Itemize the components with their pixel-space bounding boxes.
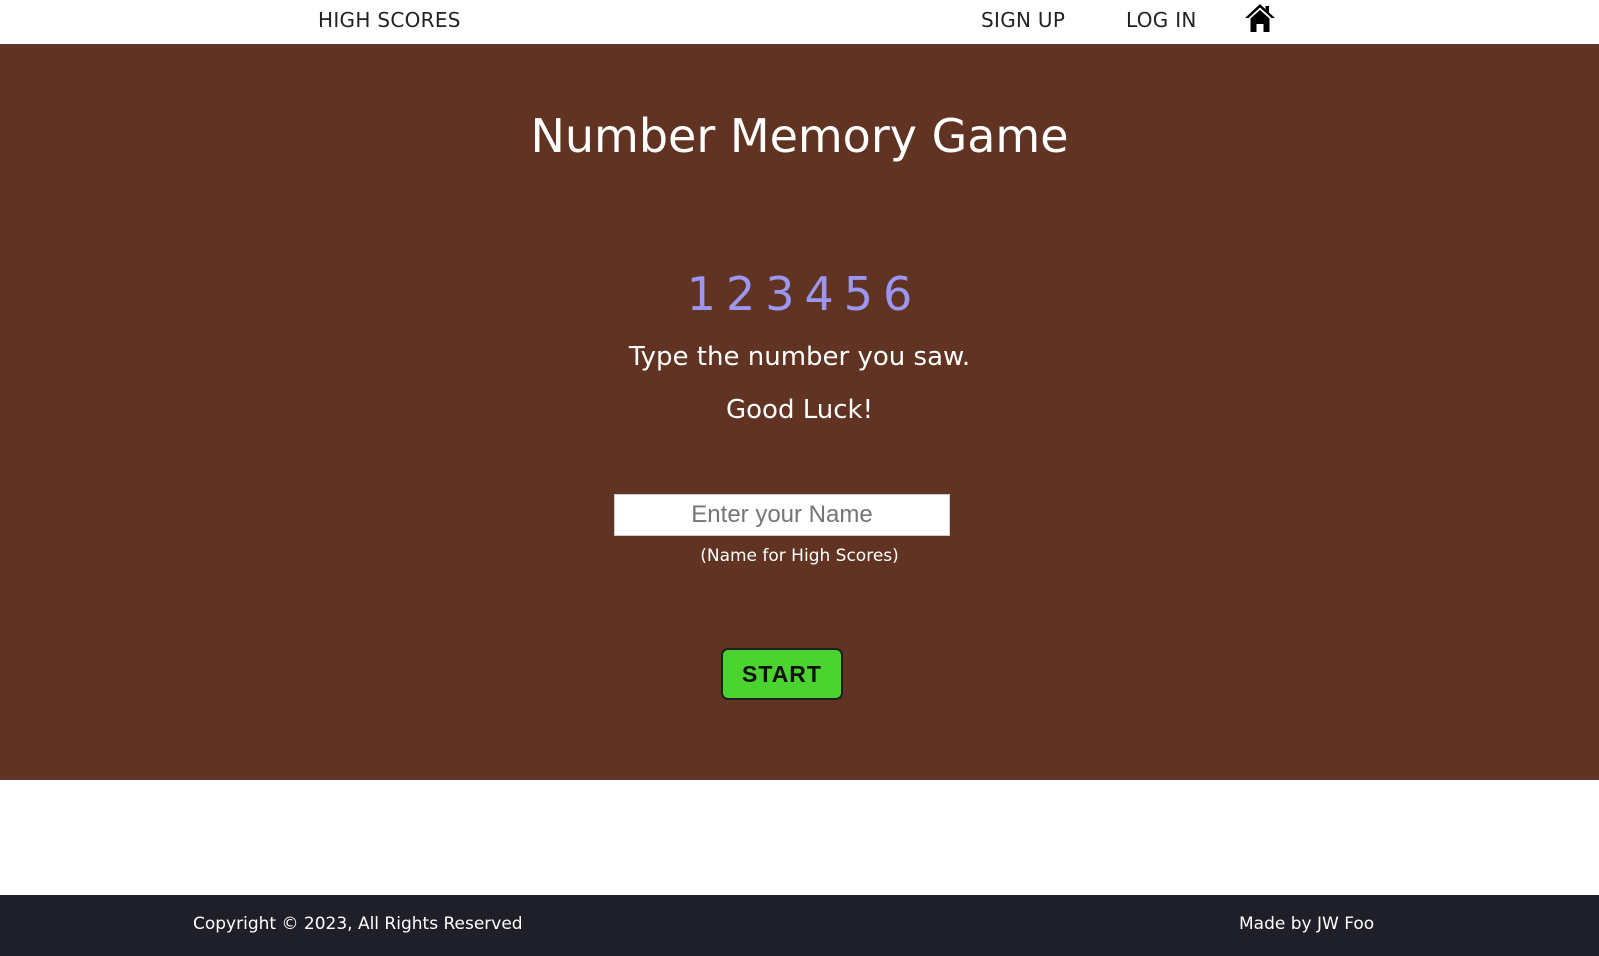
instruction-text: Type the number you saw. (628, 342, 971, 372)
nav-link-log-in[interactable]: LOG IN (1126, 8, 1197, 32)
name-input[interactable] (614, 494, 950, 536)
name-hint: (Name for High Scores) (700, 546, 899, 566)
footer-made-by: Made by JW Foo (1239, 914, 1375, 934)
start-button[interactable]: START (721, 648, 843, 700)
footer-copyright: Copyright © 2023, All Rights Reserved (193, 914, 523, 934)
nav-link-sign-up[interactable]: SIGN UP (981, 8, 1065, 32)
game-title: Number Memory Game (530, 109, 1069, 163)
home-icon-graphic (1245, 4, 1275, 32)
top-navbar: HIGH SCORES SIGN UP LOG IN (0, 0, 1599, 44)
number-display: 123456 (686, 267, 923, 321)
content-spacer (0, 780, 1599, 895)
nav-link-high-scores[interactable]: HIGH SCORES (318, 8, 461, 32)
game-section: Number Memory Game 123456 Type the numbe… (0, 44, 1599, 780)
home-icon[interactable] (1244, 3, 1276, 33)
good-luck-text: Good Luck! (725, 395, 873, 425)
footer: Copyright © 2023, All Rights Reserved Ma… (0, 895, 1599, 956)
